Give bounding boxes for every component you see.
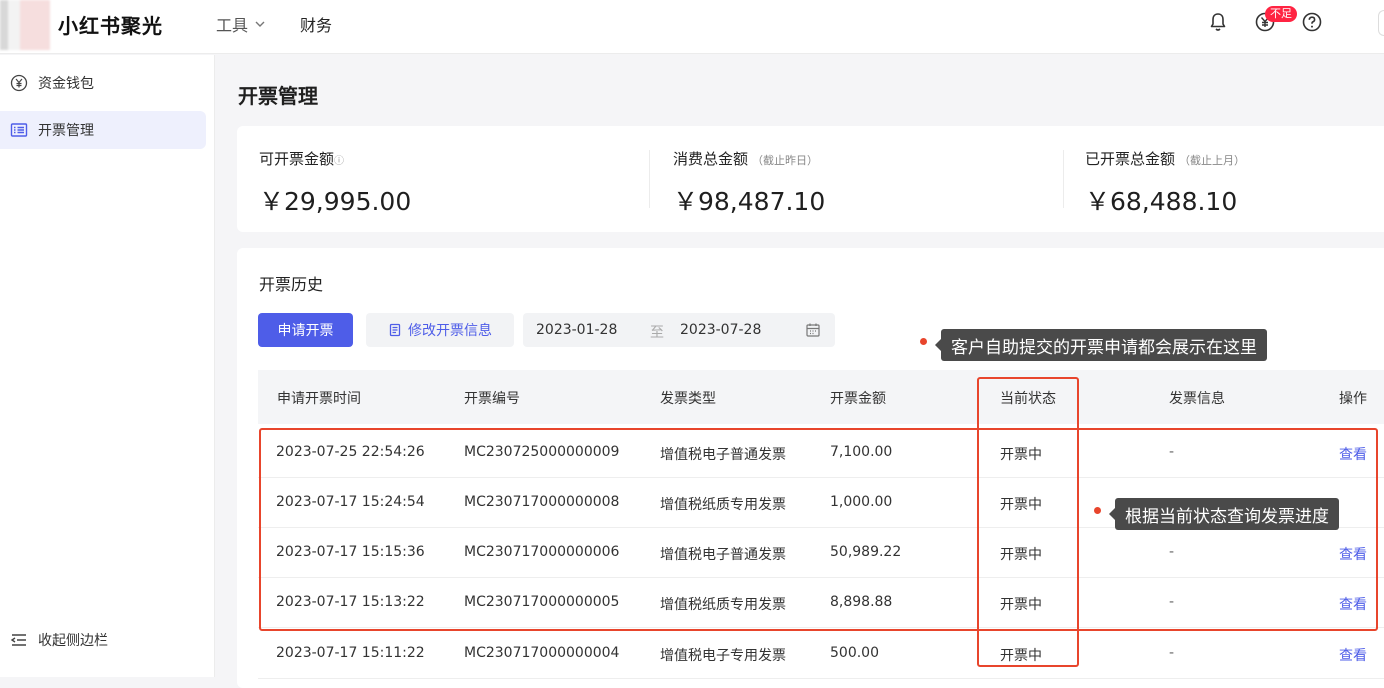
summary-card: 可开票金额ⓘ ￥29,995.00 消费总金额 （截止昨日） ￥98,487.10…: [237, 126, 1384, 232]
stat-label: 可开票金额: [259, 150, 335, 168]
collapse-menu-icon: [10, 634, 26, 646]
invoice-history-card: 开票历史 申请开票 修改开票信息 2023-01-28 至 2023-07-28…: [237, 248, 1384, 688]
annotation-dot: [1094, 507, 1101, 514]
cell-amount: 7,100.00: [830, 444, 893, 460]
column-header: 发票信息: [1169, 391, 1225, 407]
cell-invoice-type: 增值税电子普通发票: [660, 447, 786, 463]
date-separator: 至: [650, 325, 664, 341]
stat-sublabel: （截止昨日）: [752, 154, 819, 167]
sidebar-item-label: 开票管理: [38, 123, 94, 139]
nav-tools-menu[interactable]: 工具: [216, 12, 266, 36]
cell-apply-time: 2023-07-17 15:11:22: [276, 645, 425, 661]
annotation-tooltip-status: 根据当前状态查询发票进度: [1109, 498, 1339, 530]
cell-amount: 1,000.00: [830, 494, 893, 510]
view-link[interactable]: 查看: [1339, 594, 1367, 614]
cell-invoice-no: MC230717000000004: [464, 645, 620, 661]
view-link[interactable]: 查看: [1339, 544, 1367, 564]
stat-value: ￥29,995.00: [259, 187, 412, 216]
stat-label: 已开票总金额: [1085, 150, 1176, 168]
document-icon: [389, 323, 401, 337]
chevron-down-icon: [255, 21, 265, 27]
cell-invoice-info: -: [1169, 444, 1175, 460]
balance-insufficient-badge: 不足: [1265, 6, 1297, 22]
sidebar-item-invoice[interactable]: 开票管理: [0, 111, 206, 149]
column-header: 申请开票时间: [277, 391, 361, 407]
nav-finance[interactable]: 财务: [300, 12, 332, 36]
cell-invoice-type: 增值税纸质专用发票: [660, 497, 786, 513]
annotation-dot: [920, 338, 927, 345]
column-header: 当前状态: [1000, 391, 1056, 407]
column-header: 操作: [1339, 391, 1367, 407]
date-end[interactable]: 2023-07-28: [680, 322, 761, 338]
table-row: 2023-07-17 15:15:36 MC230717000000006 增值…: [258, 528, 1384, 578]
cell-amount: 50,989.22: [830, 544, 902, 560]
nav-tools-label: 工具: [216, 16, 249, 35]
bell-icon[interactable]: [1207, 11, 1229, 33]
help-icon[interactable]: [1301, 11, 1323, 33]
divider: [649, 150, 650, 208]
cell-invoice-info: -: [1169, 544, 1175, 560]
brand-name[interactable]: 小红书聚光: [58, 10, 163, 39]
cell-status: 开票中: [1000, 497, 1042, 513]
stat-value: ￥68,488.10: [1085, 187, 1238, 216]
column-header: 开票编号: [464, 391, 520, 407]
stat-invoiceable-amount: 可开票金额ⓘ ￥29,995.00: [237, 126, 649, 232]
date-range-picker[interactable]: 2023-01-28 至 2023-07-28: [523, 313, 835, 347]
cell-invoice-type: 增值税电子专用发票: [660, 648, 786, 664]
table-row: 2023-07-17 15:11:22 MC230717000000004 增值…: [258, 629, 1384, 679]
cell-status: 开票中: [1000, 597, 1042, 613]
column-header: 开票金额: [830, 391, 886, 407]
sidebar: 资金钱包 开票管理 收起侧边栏: [0, 55, 215, 677]
table-row: 2023-07-25 22:54:26 MC230725000000009 增值…: [258, 428, 1384, 478]
sidebar-item-label: 资金钱包: [38, 76, 94, 92]
cell-invoice-no: MC230717000000008: [464, 494, 620, 510]
edit-invoice-info-button[interactable]: 修改开票信息: [366, 313, 514, 347]
cell-invoice-type: 增值税纸质专用发票: [660, 597, 786, 613]
sidebar-item-wallet[interactable]: 资金钱包: [0, 64, 206, 102]
apply-invoice-button[interactable]: 申请开票: [258, 313, 353, 347]
table-header: 申请开票时间 开票编号 发票类型 开票金额 当前状态 发票信息 操作: [258, 370, 1384, 424]
stat-total-consumption: 消费总金额 （截止昨日） ￥98,487.10: [651, 126, 1063, 232]
cell-invoice-no: MC230717000000006: [464, 544, 620, 560]
avatar[interactable]: [1378, 10, 1384, 36]
info-icon[interactable]: ⓘ: [334, 156, 344, 167]
stat-value: ￥98,487.10: [673, 187, 826, 216]
cell-invoice-info: -: [1169, 594, 1175, 610]
stat-invoiced-total: 已开票总金额 （截止上月） ￥68,488.10: [1063, 126, 1384, 232]
collapse-label: 收起侧边栏: [38, 633, 108, 649]
cell-amount: 500.00: [830, 645, 879, 661]
cell-invoice-info: -: [1169, 645, 1175, 661]
top-bar: 小红书聚光 工具 财务 不足: [0, 0, 1384, 54]
table-row: 2023-07-17 15:13:22 MC230717000000005 增值…: [258, 578, 1384, 628]
view-link[interactable]: 查看: [1339, 645, 1367, 665]
cell-invoice-no: MC230725000000009: [464, 444, 620, 460]
cell-apply-time: 2023-07-17 15:13:22: [276, 594, 425, 610]
cell-apply-time: 2023-07-25 22:54:26: [276, 444, 425, 460]
cell-apply-time: 2023-07-17 15:15:36: [276, 544, 425, 560]
yuan-circle-icon: [10, 74, 28, 92]
view-link[interactable]: 查看: [1339, 444, 1367, 464]
section-title: 开票历史: [259, 275, 324, 294]
cell-amount: 8,898.88: [830, 594, 893, 610]
stat-sublabel: （截止上月）: [1179, 154, 1246, 167]
cell-invoice-no: MC230717000000005: [464, 594, 620, 610]
cell-status: 开票中: [1000, 648, 1042, 664]
annotation-tooltip-list: 客户自助提交的开票申请都会展示在这里: [935, 329, 1267, 361]
collapse-sidebar-button[interactable]: 收起侧边栏: [10, 630, 108, 650]
edit-invoice-info-label: 修改开票信息: [408, 323, 492, 339]
calendar-icon: [806, 323, 820, 337]
cell-apply-time: 2023-07-17 15:24:54: [276, 494, 425, 510]
date-start[interactable]: 2023-01-28: [536, 322, 617, 338]
column-header: 发票类型: [660, 391, 716, 407]
cell-status: 开票中: [1000, 447, 1042, 463]
invoice-list-icon: [10, 123, 28, 137]
logo-image: [0, 0, 58, 50]
page-title: 开票管理: [238, 84, 318, 108]
cell-status: 开票中: [1000, 547, 1042, 563]
stat-label: 消费总金额: [673, 150, 749, 168]
cell-invoice-type: 增值税电子普通发票: [660, 547, 786, 563]
